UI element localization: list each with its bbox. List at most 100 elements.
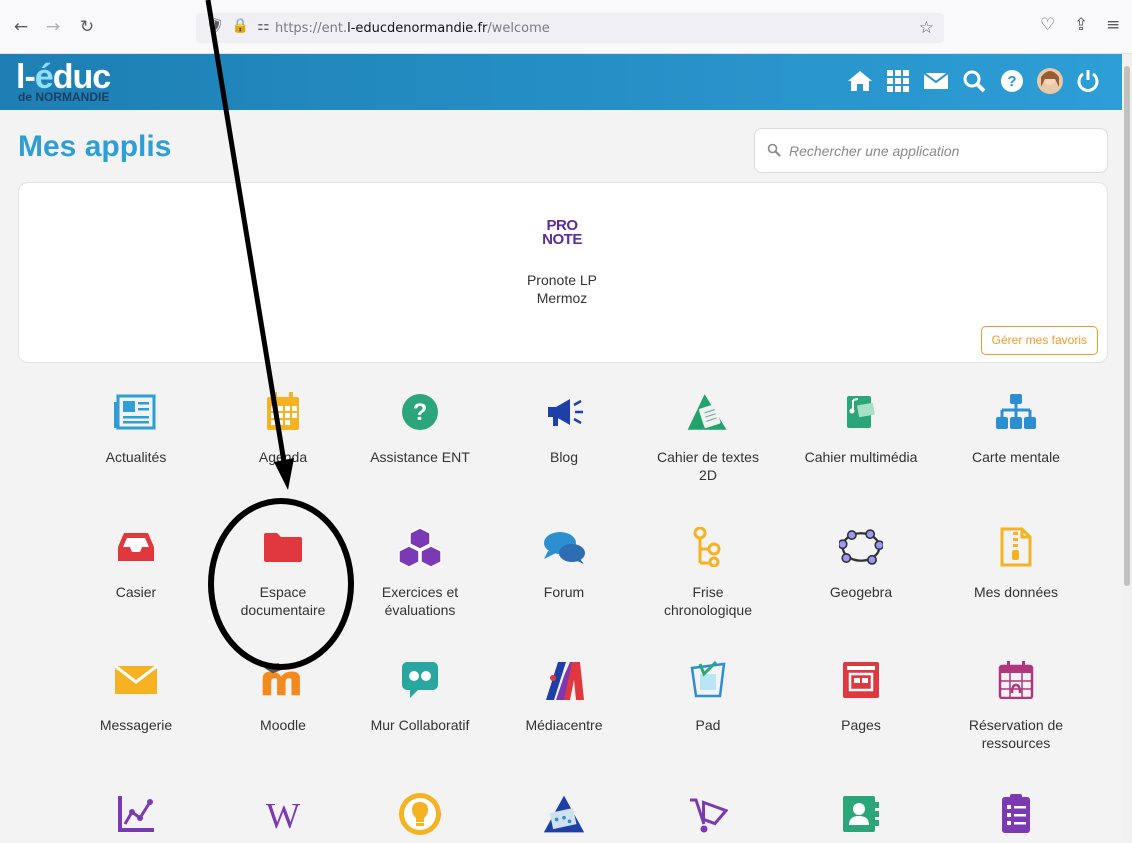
app-tile[interactable]	[791, 792, 931, 836]
lock-icon[interactable]: 🔒	[232, 18, 249, 34]
search-input[interactable]	[789, 137, 1089, 165]
favorite-app-pronote[interactable]: PRO NOTE Pronote LP Mermoz	[517, 218, 607, 307]
app-tile[interactable]: Frise chronologique	[638, 525, 778, 619]
pad-icon	[686, 658, 730, 702]
app-label: Moodle	[260, 717, 306, 733]
search-icon	[767, 143, 781, 157]
svg-text:W: W	[266, 795, 301, 834]
scroll-thumb[interactable]	[1124, 66, 1130, 586]
app-tile[interactable]: Mes données	[946, 525, 1086, 601]
page-scrollbar[interactable]	[1122, 54, 1132, 843]
avatar[interactable]	[1036, 65, 1064, 97]
app-tile[interactable]: Moodle	[213, 658, 353, 734]
app-tile[interactable]: Actualités	[66, 390, 206, 466]
app-tile[interactable]: W	[213, 792, 353, 836]
calendar-icon	[261, 390, 305, 434]
stats-chart-icon	[114, 792, 158, 836]
app-tile[interactable]: Geogebra	[791, 525, 931, 601]
app-tile[interactable]: Réservation de ressources	[946, 658, 1086, 752]
app-label: Exercices et évaluations	[381, 584, 459, 618]
reload-icon[interactable]: ↻	[76, 16, 98, 38]
pocket-icon[interactable]: ♡	[1040, 15, 1055, 35]
app-label: Carte mentale	[972, 449, 1060, 465]
app-tile[interactable]	[350, 792, 490, 836]
cubes-icon	[398, 525, 442, 569]
app-tile[interactable]: Messagerie	[66, 658, 206, 734]
browser-toolbar: ← → ↻ 🛡 🔒 ⚏ https://ent.l-educdenormandi…	[0, 0, 1132, 54]
power-icon[interactable]	[1074, 65, 1102, 97]
timeline-icon	[686, 525, 730, 569]
app-label: Cahier multimédia	[804, 449, 918, 465]
app-tile[interactable]: Exercices et évaluations	[350, 525, 490, 619]
multimedia-book-icon	[839, 390, 883, 434]
booking-calendar-icon	[994, 658, 1038, 702]
app-tile[interactable]: Pad	[638, 658, 778, 734]
lightbulb-icon	[398, 792, 442, 836]
menu-icon[interactable]: ≡	[1106, 15, 1120, 35]
app-label: Pages	[841, 717, 881, 733]
geogebra-icon	[839, 525, 883, 569]
zip-file-icon	[994, 525, 1038, 569]
app-tile[interactable]: Agenda	[213, 390, 353, 466]
megaphone-icon	[542, 390, 586, 434]
back-icon[interactable]: ←	[10, 16, 32, 38]
sitemap-icon	[994, 390, 1038, 434]
newspaper-icon	[114, 390, 158, 434]
apps-grid-icon[interactable]	[884, 65, 912, 97]
share-icon[interactable]: ⇪	[1074, 15, 1088, 35]
svg-text:?: ?	[413, 399, 428, 426]
app-tile[interactable]: Forum	[494, 525, 634, 601]
app-tile[interactable]: Mur Collaboratif	[350, 658, 490, 734]
bookmark-star-icon[interactable]: ☆	[919, 18, 934, 38]
app-tile[interactable]: Blog	[494, 390, 634, 466]
svg-text:?: ?	[1007, 73, 1016, 90]
url-text[interactable]: https://ent.l-educdenormandie.fr/welcome	[275, 21, 550, 36]
triangle-app-icon	[542, 792, 586, 836]
app-tile[interactable]: Espace documentaire	[213, 525, 353, 619]
address-bar[interactable]: 🛡 🔒 ⚏ https://ent.l-educdenormandie.fr/w…	[196, 13, 944, 43]
app-tile[interactable]	[66, 792, 206, 836]
app-tile[interactable]	[946, 792, 1086, 836]
leduc-logo[interactable]: l-éduc de NORMANDIE	[16, 58, 146, 108]
mail-icon[interactable]	[922, 65, 950, 97]
forward-icon[interactable]: →	[42, 16, 64, 38]
app-label: Réservation de ressources	[968, 717, 1064, 751]
app-tile[interactable]	[494, 792, 634, 836]
inbox-tray-icon	[114, 525, 158, 569]
notebook-icon	[686, 390, 730, 434]
app-label: Actualités	[105, 449, 167, 465]
folder-icon	[261, 525, 305, 569]
app-tile[interactable]: Pages	[791, 658, 931, 734]
favorites-card: PRO NOTE Pronote LP Mermoz Gérer mes favor…	[18, 182, 1108, 363]
app-label: Mes données	[973, 584, 1059, 600]
app-tile[interactable]: Cahier multimédia	[791, 390, 931, 466]
app-label: Geogebra	[829, 584, 893, 600]
help-icon[interactable]: ?	[998, 65, 1026, 97]
app-tile[interactable]: ? Assistance ENT	[350, 390, 490, 466]
app-tile[interactable]: Casier	[66, 525, 206, 601]
home-icon[interactable]	[846, 65, 874, 97]
chat-bubbles-icon	[542, 525, 586, 569]
favorite-app-label: Pronote LP Mermoz	[526, 272, 598, 306]
manage-favorites-button[interactable]: Gérer mes favoris	[980, 326, 1098, 355]
app-label: Assistance ENT	[370, 449, 470, 465]
permissions-icon[interactable]: ⚏	[257, 18, 270, 34]
app-tile[interactable]: Médiacentre	[494, 658, 634, 734]
page-title: Mes applis	[18, 130, 172, 163]
wiki-icon: W	[261, 792, 305, 836]
ent-header: l-éduc de NORMANDIE ?	[0, 54, 1122, 110]
app-label: Mur Collaboratif	[370, 717, 470, 733]
shield-icon[interactable]: 🛡	[206, 18, 224, 34]
app-label: Espace documentaire	[240, 584, 326, 618]
app-tile[interactable]: Cahier de textes 2D	[638, 390, 778, 484]
app-tile[interactable]	[638, 792, 778, 836]
app-label: Pad	[695, 717, 721, 733]
moodle-icon	[261, 658, 305, 702]
board-icon	[398, 658, 442, 702]
app-label: Agenda	[258, 449, 308, 465]
app-tile[interactable]: Carte mentale	[946, 390, 1086, 466]
app-label: Médiacentre	[525, 717, 603, 733]
search-icon[interactable]	[960, 65, 988, 97]
envelope-icon	[114, 658, 158, 702]
app-search-box[interactable]	[754, 128, 1108, 173]
